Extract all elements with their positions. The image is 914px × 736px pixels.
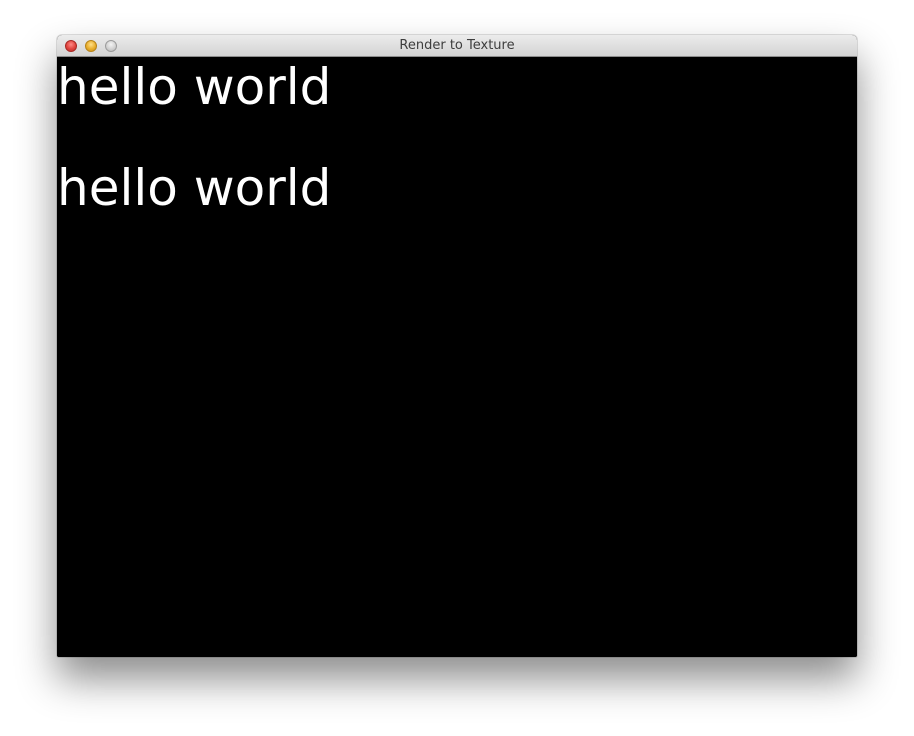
title-bar[interactable]: Render to Texture (57, 35, 857, 57)
hello-text: hello world (57, 58, 332, 116)
app-window: Render to Texture hello world hello worl… (57, 35, 857, 657)
hello-text-texture: hello world (57, 159, 332, 217)
render-canvas[interactable]: hello world hello world (57, 57, 857, 657)
window-title: Render to Texture (399, 38, 515, 53)
